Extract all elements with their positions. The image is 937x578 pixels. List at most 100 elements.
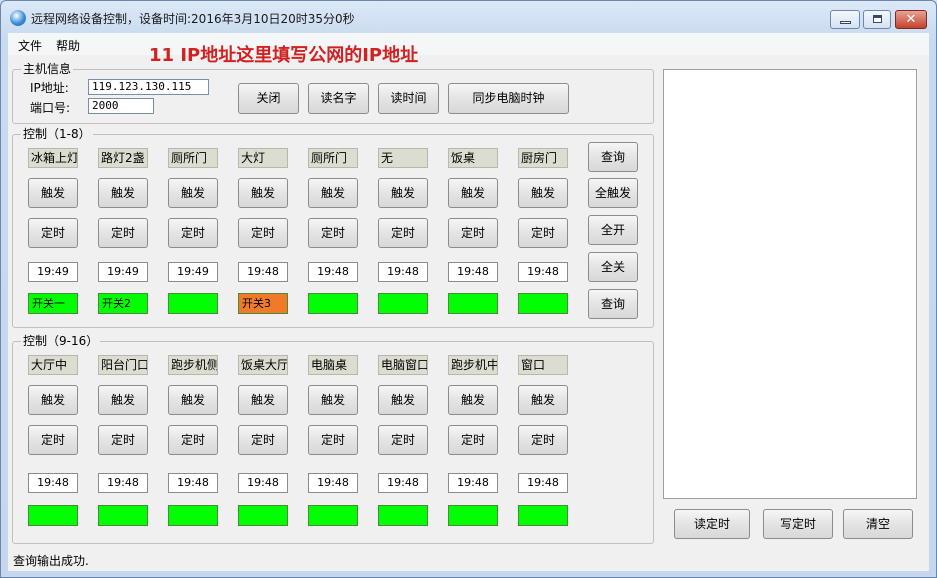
timer-button-7[interactable]: 定时 xyxy=(448,218,498,248)
timer-time-field-1[interactable]: 19:48 xyxy=(28,473,78,493)
timer-time-field-3[interactable]: 19:48 xyxy=(168,473,218,493)
timer-button-4[interactable]: 定时 xyxy=(238,218,288,248)
timer-time-field-1[interactable]: 19:49 xyxy=(28,262,78,282)
timer-time-field-3[interactable]: 19:49 xyxy=(168,262,218,282)
client-area: 文件 帮助 11 IP地址这里填写公网的IP地址 主机信息 IP地址: 119.… xyxy=(8,33,929,571)
timer-button-3[interactable]: 定时 xyxy=(168,218,218,248)
switch-status-2[interactable]: 开关2 xyxy=(98,293,148,314)
title-bar[interactable]: 远程网络设备控制，设备时间:2016年3月10日20时35分0秒 ✕ xyxy=(1,1,936,33)
window-title: 远程网络设备控制，设备时间:2016年3月10日20时35分0秒 xyxy=(31,12,355,26)
trigger-button-7[interactable]: 触发 xyxy=(448,178,498,208)
channel-name-4: 大灯 xyxy=(238,148,288,168)
sync-pc-clock-button[interactable]: 同步电脑时钟 xyxy=(448,83,569,114)
switch-status-16[interactable] xyxy=(518,505,568,526)
trigger-button-2[interactable]: 触发 xyxy=(98,178,148,208)
timer-time-field-4[interactable]: 19:48 xyxy=(238,473,288,493)
timer-time-field-4[interactable]: 19:48 xyxy=(238,262,288,282)
switch-status-9[interactable] xyxy=(28,505,78,526)
close-icon: ✕ xyxy=(905,12,917,27)
port-input[interactable]: 2000 xyxy=(88,98,154,114)
read-time-button[interactable]: 读时间 xyxy=(378,83,439,114)
read-names-button[interactable]: 读名字 xyxy=(308,83,369,114)
menu-bar: 文件 帮助 xyxy=(8,33,929,55)
switch-status-8[interactable] xyxy=(518,293,568,314)
timer-time-field-6[interactable]: 19:48 xyxy=(378,262,428,282)
timer-time-field-7[interactable]: 19:48 xyxy=(448,473,498,493)
timer-button-2[interactable]: 定时 xyxy=(98,218,148,248)
timer-button-8[interactable]: 定时 xyxy=(518,218,568,248)
timer-button-1[interactable]: 定时 xyxy=(28,425,78,455)
timer-button-5[interactable]: 定时 xyxy=(308,425,358,455)
trigger-button-7[interactable]: 触发 xyxy=(448,385,498,415)
trigger-button-3[interactable]: 触发 xyxy=(168,178,218,208)
timer-time-field-6[interactable]: 19:48 xyxy=(378,473,428,493)
timer-button-6[interactable]: 定时 xyxy=(378,218,428,248)
trigger-button-4[interactable]: 触发 xyxy=(238,385,288,415)
switch-status-11[interactable] xyxy=(168,505,218,526)
trigger-button-8[interactable]: 触发 xyxy=(518,178,568,208)
clear-button[interactable]: 清空 xyxy=(843,509,913,539)
trigger-button-6[interactable]: 触发 xyxy=(378,385,428,415)
menu-help[interactable]: 帮助 xyxy=(56,37,80,54)
channel-name-7: 跑步机中 xyxy=(448,355,498,375)
timer-button-3[interactable]: 定时 xyxy=(168,425,218,455)
read-timer-button[interactable]: 读定时 xyxy=(674,509,750,539)
maximize-button[interactable] xyxy=(863,10,891,29)
trigger-button-6[interactable]: 触发 xyxy=(378,178,428,208)
switch-status-5[interactable] xyxy=(308,293,358,314)
timer-button-4[interactable]: 定时 xyxy=(238,425,288,455)
switch-status-14[interactable] xyxy=(378,505,428,526)
timer-time-field-8[interactable]: 19:48 xyxy=(518,473,568,493)
timer-button-5[interactable]: 定时 xyxy=(308,218,358,248)
trigger-button-2[interactable]: 触发 xyxy=(98,385,148,415)
menu-file[interactable]: 文件 xyxy=(18,37,42,54)
switch-status-6[interactable] xyxy=(378,293,428,314)
timer-button-7[interactable]: 定时 xyxy=(448,425,498,455)
channel-name-2: 路灯2盏 xyxy=(98,148,148,168)
all-on-button[interactable]: 全开 xyxy=(588,215,638,245)
ip-address-input[interactable]: 119.123.130.115 xyxy=(88,79,209,95)
timer-time-field-2[interactable]: 19:49 xyxy=(98,262,148,282)
switch-status-12[interactable] xyxy=(238,505,288,526)
main-window: 远程网络设备控制，设备时间:2016年3月10日20时35分0秒 ✕ 文件 帮助… xyxy=(0,0,937,578)
trigger-button-1[interactable]: 触发 xyxy=(28,385,78,415)
switch-status-1[interactable]: 开关一 xyxy=(28,293,78,314)
channel-name-6: 电脑窗口 xyxy=(378,355,428,375)
timer-button-8[interactable]: 定时 xyxy=(518,425,568,455)
switch-status-3[interactable] xyxy=(168,293,218,314)
control-9-16-legend: 控制（9-16） xyxy=(21,334,101,348)
trigger-all-button[interactable]: 全触发 xyxy=(588,178,638,208)
all-off-button[interactable]: 全关 xyxy=(588,252,638,282)
switch-status-10[interactable] xyxy=(98,505,148,526)
trigger-button-3[interactable]: 触发 xyxy=(168,385,218,415)
minimize-button[interactable] xyxy=(830,10,860,29)
host-info-legend: 主机信息 xyxy=(21,62,74,76)
switch-status-15[interactable] xyxy=(448,505,498,526)
ip-label: IP地址: xyxy=(30,81,69,95)
switch-status-13[interactable] xyxy=(308,505,358,526)
close-window-button[interactable]: ✕ xyxy=(895,10,927,29)
timer-time-field-2[interactable]: 19:48 xyxy=(98,473,148,493)
trigger-button-4[interactable]: 触发 xyxy=(238,178,288,208)
switch-status-4[interactable]: 开关3 xyxy=(238,293,288,314)
timer-time-field-5[interactable]: 19:48 xyxy=(308,473,358,493)
channel-name-5: 厕所门 xyxy=(308,148,358,168)
timer-time-field-5[interactable]: 19:48 xyxy=(308,262,358,282)
trigger-button-5[interactable]: 触发 xyxy=(308,178,358,208)
trigger-button-1[interactable]: 触发 xyxy=(28,178,78,208)
query-button-top[interactable]: 查询 xyxy=(588,142,638,172)
channel-name-7: 饭桌 xyxy=(448,148,498,168)
trigger-button-8[interactable]: 触发 xyxy=(518,385,568,415)
timer-button-1[interactable]: 定时 xyxy=(28,218,78,248)
close-connection-button[interactable]: 关闭 xyxy=(238,83,299,114)
trigger-button-5[interactable]: 触发 xyxy=(308,385,358,415)
query-button-bottom[interactable]: 查询 xyxy=(588,289,638,319)
timer-time-field-8[interactable]: 19:48 xyxy=(518,262,568,282)
output-textarea[interactable] xyxy=(663,69,917,499)
switch-status-7[interactable] xyxy=(448,293,498,314)
timer-button-2[interactable]: 定时 xyxy=(98,425,148,455)
timer-time-field-7[interactable]: 19:48 xyxy=(448,262,498,282)
write-timer-button[interactable]: 写定时 xyxy=(763,509,833,539)
timer-button-6[interactable]: 定时 xyxy=(378,425,428,455)
channel-name-6: 无 xyxy=(378,148,428,168)
